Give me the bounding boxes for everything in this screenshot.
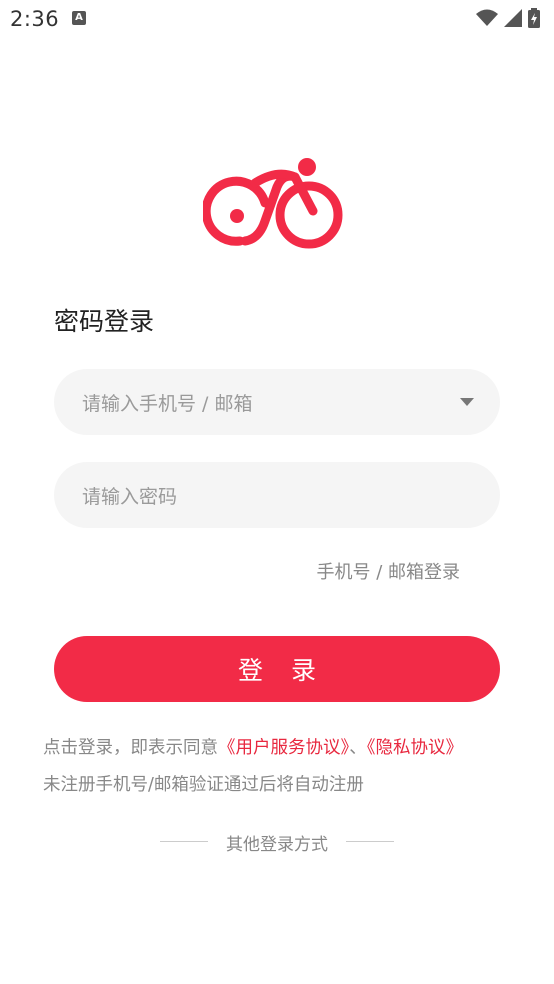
status-icons xyxy=(476,8,540,28)
password-placeholder: 请输入密码 xyxy=(82,485,178,508)
agreement-text: 点击登录，即表示同意《用户服务协议》、《隐私协议》 未注册手机号/邮箱验证通过后… xyxy=(43,730,523,804)
page-title: 密码登录 xyxy=(54,307,155,336)
auto-register-note: 未注册手机号/邮箱验证通过后将自动注册 xyxy=(43,775,364,795)
other-login-label: 其他登录方式 xyxy=(226,835,328,855)
agreement-line: 点击登录，即表示同意《用户服务协议》、《隐私协议》 xyxy=(43,730,523,767)
account-input[interactable]: 请输入手机号 / 邮箱 xyxy=(54,369,500,435)
wifi-icon xyxy=(476,9,498,26)
signal-icon xyxy=(504,9,522,27)
other-login-section: 其他登录方式 xyxy=(0,830,554,855)
agreement-separator: 、 xyxy=(349,738,367,758)
status-time: 2:36 xyxy=(10,7,60,31)
status-bar: 2:36 A xyxy=(0,0,554,38)
user-agreement-link[interactable]: 《用户服务协议》 xyxy=(218,738,349,758)
battery-icon xyxy=(528,8,540,28)
switch-login-link[interactable]: 手机号 / 邮箱登录 xyxy=(316,558,460,584)
divider-right xyxy=(346,841,394,842)
bicycle-logo-icon xyxy=(203,158,343,249)
account-placeholder: 请输入手机号 / 邮箱 xyxy=(82,392,253,415)
login-button[interactable]: 登 录 xyxy=(54,636,500,702)
password-input[interactable]: 请输入密码 xyxy=(54,462,500,528)
dropdown-arrow-icon[interactable] xyxy=(460,398,474,406)
privacy-agreement-link[interactable]: 《隐私协议》 xyxy=(367,738,463,758)
agreement-prefix: 点击登录，即表示同意 xyxy=(43,738,218,758)
app-notification-icon: A xyxy=(72,11,86,25)
